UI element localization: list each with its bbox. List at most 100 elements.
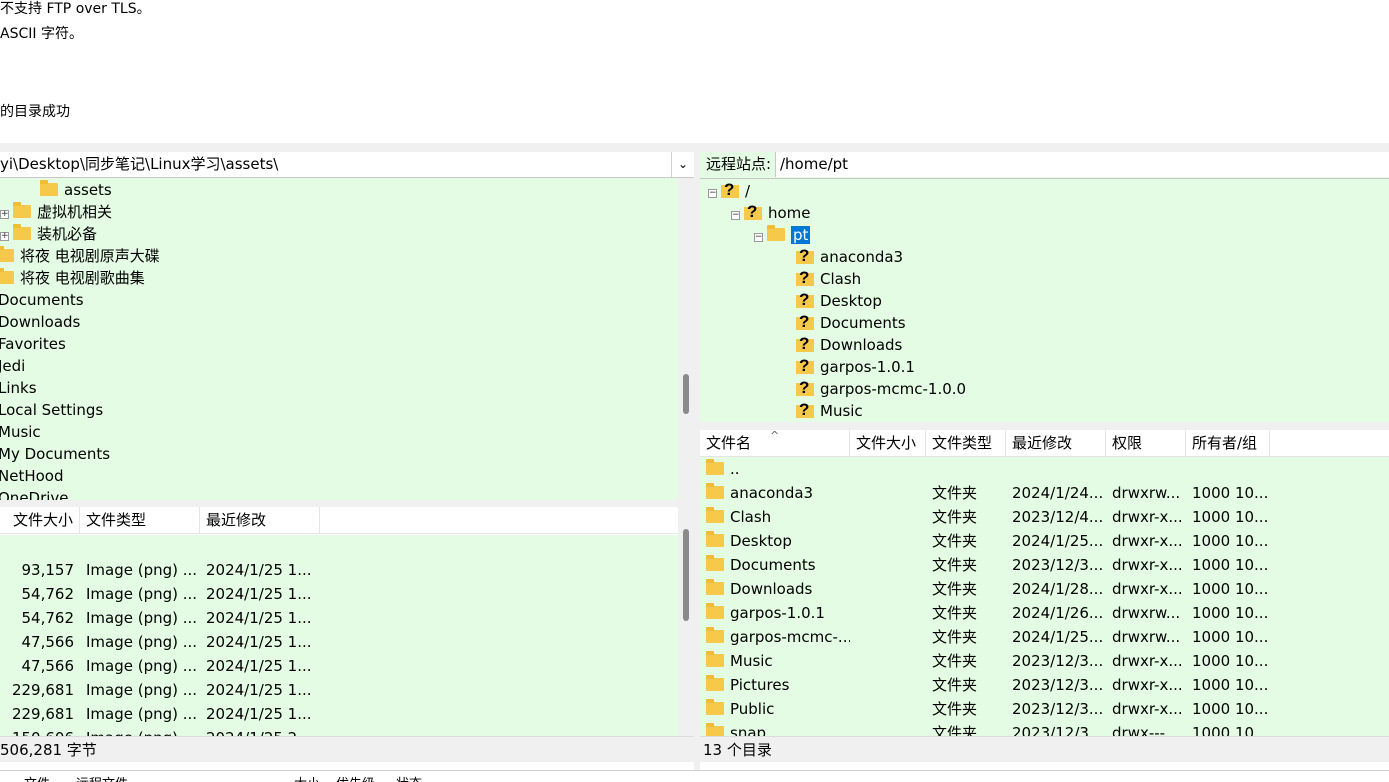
tree-item-label: /	[745, 182, 751, 200]
local-file-row[interactable]: 54,762 Image (png) ... 2024/1/25 1...	[0, 582, 678, 606]
remote-file-row[interactable]: Pictures 文件夹 2023/12/3... drwxr-x... 1000 10…	[700, 673, 1389, 697]
queue-col-remote[interactable]: 远程文件	[76, 773, 128, 782]
remote-file-row[interactable]: Desktop 文件夹 2024/1/25... drwxr-x... 1000 10.…	[700, 529, 1389, 553]
file-modified: 2024/1/24...	[1012, 484, 1104, 502]
scroll-thumb[interactable]	[683, 529, 689, 621]
queue-col-size[interactable]: 大小	[294, 773, 320, 782]
remote-status: 13 个目录	[700, 736, 1389, 762]
file-type: Image (png) ...	[86, 633, 196, 651]
tree-item-label: Documents	[0, 291, 84, 309]
remote-file-row[interactable]: garpos-mcmc-... 文件夹 2024/1/25... drwxrw... 1…	[700, 625, 1389, 649]
remote-tree-item[interactable]: ? Documents	[796, 312, 906, 334]
queue-col-status[interactable]: 状态	[396, 773, 422, 782]
expand-icon[interactable]: +	[0, 210, 9, 219]
remote-tree-item[interactable]: ? Clash	[796, 268, 861, 290]
file-permissions: drwxrw...	[1112, 604, 1181, 622]
local-tree-item[interactable]: Documents	[0, 289, 84, 311]
remote-file-row[interactable]: garpos-1.0.1 文件夹 2024/1/26... drwxrw... 1000…	[700, 601, 1389, 625]
tree-item-label: anaconda3	[820, 248, 904, 266]
remote-file-row[interactable]: anaconda3 文件夹 2024/1/24... drwxrw... 1000 10…	[700, 481, 1389, 505]
chevron-down-icon[interactable]: ⌄	[672, 152, 694, 177]
local-tree-item[interactable]: + 虚拟机相关	[0, 201, 112, 223]
remote-file-row[interactable]: snap 文件夹 2023/12/3... drwx---... 1000 10...	[700, 721, 1389, 736]
question-mark-glyph: ?	[799, 246, 810, 265]
column-name[interactable]: 文件名 ^	[700, 430, 850, 457]
local-file-row[interactable]: 229,681 Image (png) ... 2024/1/25 1...	[0, 702, 678, 726]
remote-file-row[interactable]: ..	[700, 457, 1389, 481]
remote-tree-item[interactable]: −? /	[708, 180, 750, 202]
column-size[interactable]: 文件大小	[850, 430, 926, 457]
local-tree-item[interactable]: Favorites	[0, 333, 66, 355]
local-path-input[interactable]: yi\Desktop\同步笔记\Linux学习\assets\	[0, 152, 672, 177]
unknown-folder-icon: ?	[796, 312, 814, 331]
local-file-row[interactable]: 93,157 Image (png) ... 2024/1/25 1...	[0, 558, 678, 582]
collapse-icon[interactable]: −	[754, 233, 763, 242]
scroll-thumb[interactable]	[683, 374, 689, 414]
remote-tree-item[interactable]: ? Downloads	[796, 334, 902, 356]
local-tree-item[interactable]: + 装机必备	[0, 223, 97, 245]
local-list-scrollbar[interactable]	[678, 507, 694, 736]
remote-file-row[interactable]: Public 文件夹 2023/12/3... drwxr-x... 1000 10..…	[700, 697, 1389, 721]
local-file-row[interactable]: 47,566 Image (png) ... 2024/1/25 1...	[0, 630, 678, 654]
local-tree-item[interactable]: OneDrive	[0, 487, 69, 500]
column-modified[interactable]: 最近修改	[1006, 430, 1106, 457]
local-tree-item[interactable]: Links	[0, 377, 37, 399]
tree-item-label: Favorites	[0, 335, 66, 353]
local-file-row[interactable]: 150,606 Image (png) ... 2024/1/25 2...	[0, 726, 678, 736]
folder-icon	[13, 224, 31, 240]
remote-file-row[interactable]: Downloads 文件夹 2024/1/28... drwxr-x... 1000 1…	[700, 577, 1389, 601]
column-size[interactable]: 文件大小	[0, 507, 80, 534]
column-type[interactable]: 文件类型	[80, 507, 200, 534]
local-tree-scrollbar[interactable]	[678, 178, 694, 500]
collapse-icon[interactable]: −	[708, 189, 717, 198]
log-line: ASCII 字符。	[0, 26, 83, 42]
remote-tree-item[interactable]: ? garpos-mcmc-1.0.0	[796, 378, 966, 400]
local-file-row[interactable]: 47,566 Image (png) ... 2024/1/25 1...	[0, 654, 678, 678]
file-size: 54,762	[21, 609, 75, 627]
local-tree-item[interactable]: NetHood	[0, 465, 64, 487]
column-permissions[interactable]: 权限	[1106, 430, 1186, 457]
expand-icon[interactable]: +	[0, 232, 9, 241]
splitter[interactable]	[0, 143, 1389, 152]
file-modified: 2023/12/3...	[1012, 556, 1104, 574]
remote-path-input[interactable]: /home/pt	[775, 152, 1389, 177]
local-tree-item[interactable]: My Documents	[0, 443, 110, 465]
queue-col-file[interactable]: 文件	[24, 773, 50, 782]
file-type: 文件夹	[932, 508, 978, 526]
folder-icon	[767, 225, 785, 241]
remote-file-row[interactable]: Documents 文件夹 2023/12/3... drwxr-x... 1000 1…	[700, 553, 1389, 577]
column-modified[interactable]: 最近修改	[200, 507, 320, 534]
local-tree-item[interactable]: Downloads	[0, 311, 80, 333]
file-name: Music	[730, 652, 773, 670]
local-tree-item[interactable]: Music	[0, 421, 41, 443]
local-file-row[interactable]: 54,762 Image (png) ... 2024/1/25 1...	[0, 606, 678, 630]
file-modified: 2024/1/25 1...	[206, 585, 312, 603]
remote-tree-item[interactable]: ? anaconda3	[796, 246, 903, 268]
tree-item-label: OneDrive	[0, 489, 69, 500]
folder-icon	[706, 723, 724, 736]
file-permissions: drwxr-x...	[1112, 556, 1183, 574]
remote-file-row[interactable]: Clash 文件夹 2023/12/4... drwxr-x... 1000 10...	[700, 505, 1389, 529]
local-tree-item[interactable]: 将夜 电视剧原声大碟	[0, 245, 160, 267]
local-tree-item[interactable]: 将夜 电视剧歌曲集	[0, 267, 145, 289]
file-permissions: drwxr-x...	[1112, 580, 1183, 598]
message-log: 不支持 FTP over TLS。 ASCII 字符。 的目录成功	[0, 0, 1389, 143]
splitter[interactable]	[0, 500, 694, 507]
question-mark-glyph: ?	[799, 334, 810, 353]
local-tree-item[interactable]: assets	[40, 179, 112, 201]
remote-tree-item[interactable]: −? home	[731, 202, 811, 224]
file-owner: 1000 10...	[1192, 724, 1269, 736]
remote-tree-item[interactable]: ? Music	[796, 400, 863, 422]
collapse-icon[interactable]: −	[731, 211, 740, 220]
splitter[interactable]	[700, 422, 1389, 430]
remote-tree-item[interactable]: ? Desktop	[796, 290, 882, 312]
remote-file-row[interactable]: Music 文件夹 2023/12/3... drwxr-x... 1000 10...	[700, 649, 1389, 673]
local-tree-item[interactable]: Jedi	[0, 355, 25, 377]
column-type[interactable]: 文件类型	[926, 430, 1006, 457]
remote-tree-item[interactable]: ? garpos-1.0.1	[796, 356, 915, 378]
queue-col-priority[interactable]: 优先级	[336, 773, 375, 782]
local-tree-item[interactable]: Local Settings	[0, 399, 103, 421]
local-file-row[interactable]: 229,681 Image (png) ... 2024/1/25 1...	[0, 678, 678, 702]
remote-tree-item[interactable]: − pt	[754, 224, 811, 246]
column-owner[interactable]: 所有者/组	[1186, 430, 1270, 457]
